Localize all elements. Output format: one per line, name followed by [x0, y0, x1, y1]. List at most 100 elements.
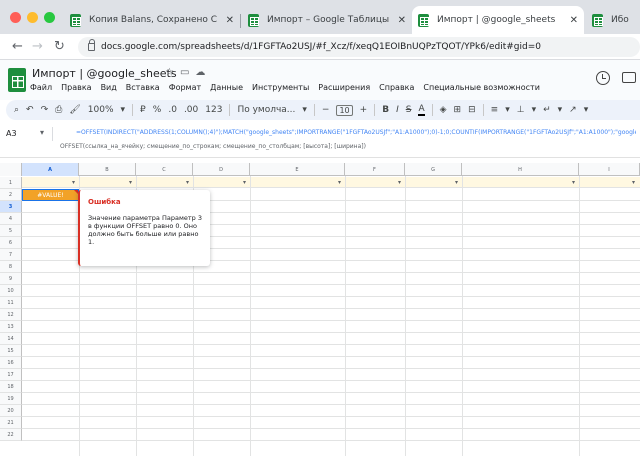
- filter-dropdown-icon[interactable]: ▾: [338, 179, 341, 186]
- comments-icon[interactable]: [622, 72, 636, 83]
- decrease-font-size-icon[interactable]: −: [322, 105, 330, 115]
- menu-format[interactable]: Формат: [169, 83, 201, 92]
- tab-close-icon[interactable]: ✕: [570, 15, 578, 26]
- column-header[interactable]: E: [250, 163, 345, 176]
- currency-format-button[interactable]: ₽: [140, 105, 146, 115]
- increase-font-size-icon[interactable]: +: [360, 105, 368, 115]
- chevron-down-icon[interactable]: ▾: [558, 105, 563, 115]
- column-header[interactable]: H: [462, 163, 579, 176]
- borders-icon[interactable]: ⊞: [454, 105, 462, 115]
- column-header[interactable]: C: [136, 163, 193, 176]
- row-header[interactable]: 17: [0, 369, 22, 381]
- text-color-button[interactable]: A: [418, 104, 425, 116]
- row-header[interactable]: 9: [0, 273, 22, 285]
- row-header[interactable]: 1: [0, 177, 22, 189]
- chevron-down-icon[interactable]: ▾: [505, 105, 510, 115]
- menu-extensions[interactable]: Расширения: [318, 83, 370, 92]
- chevron-down-icon[interactable]: ▾: [40, 128, 44, 137]
- menu-help[interactable]: Справка: [379, 83, 414, 92]
- vertical-align-icon[interactable]: ⊥: [517, 105, 525, 115]
- font-family-select[interactable]: По умолча...: [237, 105, 295, 115]
- row-header[interactable]: 2: [0, 189, 22, 201]
- filter-dropdown-icon[interactable]: ▾: [129, 179, 132, 186]
- browser-tab[interactable]: Импорт – Google Таблицы ✕: [242, 6, 412, 34]
- column-header[interactable]: G: [405, 163, 462, 176]
- row-header[interactable]: 6: [0, 237, 22, 249]
- row-header[interactable]: 8: [0, 261, 22, 273]
- url-input[interactable]: docs.google.com/spreadsheets/d/1FGFTAo2U…: [78, 37, 640, 57]
- row-header[interactable]: 20: [0, 405, 22, 417]
- column-header[interactable]: D: [193, 163, 250, 176]
- column-header[interactable]: I: [579, 163, 640, 176]
- menu-view[interactable]: Вид: [101, 83, 117, 92]
- text-rotation-icon[interactable]: ↗: [569, 105, 577, 115]
- menu-insert[interactable]: Вставка: [126, 83, 160, 92]
- move-folder-icon[interactable]: ▭: [180, 67, 189, 78]
- row-header[interactable]: 11: [0, 297, 22, 309]
- paint-format-icon[interactable]: 🖌: [69, 105, 80, 115]
- text-wrap-icon[interactable]: ↵: [543, 105, 551, 115]
- selected-cell-error[interactable]: #VALUE!: [22, 189, 79, 201]
- tab-close-icon[interactable]: ✕: [398, 15, 406, 26]
- filter-dropdown-icon[interactable]: ▾: [72, 179, 75, 186]
- column-header[interactable]: A: [22, 163, 79, 176]
- forward-arrow-icon[interactable]: →: [32, 39, 43, 54]
- filter-dropdown-icon[interactable]: ▾: [572, 179, 575, 186]
- menu-edit[interactable]: Правка: [61, 83, 91, 92]
- merge-cells-icon[interactable]: ⊟: [468, 105, 476, 115]
- increase-decimal-button[interactable]: .00: [184, 105, 198, 115]
- close-window-button[interactable]: [10, 12, 21, 23]
- name-box[interactable]: A3: [6, 129, 17, 138]
- chevron-down-icon[interactable]: ▾: [532, 105, 537, 115]
- menu-tools[interactable]: Инструменты: [252, 83, 309, 92]
- row-header[interactable]: 18: [0, 381, 22, 393]
- menu-accessibility[interactable]: Специальные возможности: [423, 83, 540, 92]
- back-arrow-icon[interactable]: ←: [12, 39, 23, 54]
- minimize-window-button[interactable]: [27, 12, 38, 23]
- italic-button[interactable]: I: [396, 105, 399, 115]
- row-header[interactable]: 12: [0, 309, 22, 321]
- row-header[interactable]: 19: [0, 393, 22, 405]
- row-header[interactable]: 7: [0, 249, 22, 261]
- sheets-logo-icon[interactable]: [8, 68, 26, 92]
- filter-dropdown-icon[interactable]: ▾: [398, 179, 401, 186]
- row-header[interactable]: 13: [0, 321, 22, 333]
- redo-icon[interactable]: ↷: [41, 105, 49, 115]
- column-header[interactable]: F: [345, 163, 405, 176]
- zoom-window-button[interactable]: [44, 12, 55, 23]
- chevron-down-icon[interactable]: ▾: [302, 105, 307, 115]
- filter-dropdown-icon[interactable]: ▾: [632, 179, 635, 186]
- percent-format-button[interactable]: %: [153, 105, 162, 115]
- tab-close-icon[interactable]: ✕: [226, 15, 234, 26]
- row-header[interactable]: 5: [0, 225, 22, 237]
- filter-dropdown-icon[interactable]: ▾: [243, 179, 246, 186]
- version-history-icon[interactable]: [596, 71, 610, 85]
- number-format-button[interactable]: 123: [205, 105, 222, 115]
- row-header[interactable]: 15: [0, 345, 22, 357]
- strikethrough-button[interactable]: S: [406, 105, 412, 115]
- reload-icon[interactable]: ↻: [54, 39, 65, 54]
- column-header[interactable]: B: [79, 163, 136, 176]
- search-menus-icon[interactable]: ⌕: [14, 105, 19, 115]
- browser-tab-active[interactable]: Импорт | @google_sheets ✕: [412, 6, 584, 34]
- bold-button[interactable]: B: [382, 105, 389, 115]
- chevron-down-icon[interactable]: ▾: [121, 105, 126, 115]
- horizontal-align-icon[interactable]: ≡: [491, 105, 499, 115]
- select-all-corner[interactable]: [0, 163, 22, 176]
- decrease-decimal-button[interactable]: .0: [168, 105, 177, 115]
- row-header[interactable]: 21: [0, 417, 22, 429]
- row-header[interactable]: 22: [0, 429, 22, 441]
- star-icon[interactable]: ☆: [165, 67, 174, 78]
- cloud-status-icon[interactable]: ☁: [195, 67, 205, 78]
- zoom-select[interactable]: 100%: [88, 105, 114, 115]
- document-title[interactable]: Импорт | @google_sheets: [32, 67, 177, 80]
- browser-tab[interactable]: Копия Balans, Сохранено С ✕: [64, 6, 240, 34]
- formula-input[interactable]: =OFFSET(INDIRECT("ADDRESS(1;COLUMN();4)"…: [76, 129, 636, 136]
- row-header[interactable]: 16: [0, 357, 22, 369]
- font-size-input[interactable]: 10: [336, 104, 353, 116]
- browser-tab[interactable]: Ибо: [586, 6, 640, 34]
- chevron-down-icon[interactable]: ▾: [584, 105, 589, 115]
- fill-color-icon[interactable]: ◈: [440, 105, 447, 115]
- filter-dropdown-icon[interactable]: ▾: [455, 179, 458, 186]
- row-header[interactable]: 4: [0, 213, 22, 225]
